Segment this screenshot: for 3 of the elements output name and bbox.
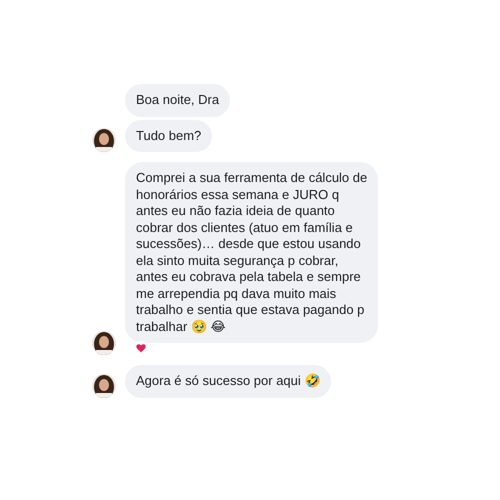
- message-bubble: Boa noite, Dra: [125, 84, 230, 116]
- message-bubble: Tudo bem?: [125, 120, 212, 152]
- message-bubble: Agora é só sucesso por aqui 🤣: [125, 365, 332, 398]
